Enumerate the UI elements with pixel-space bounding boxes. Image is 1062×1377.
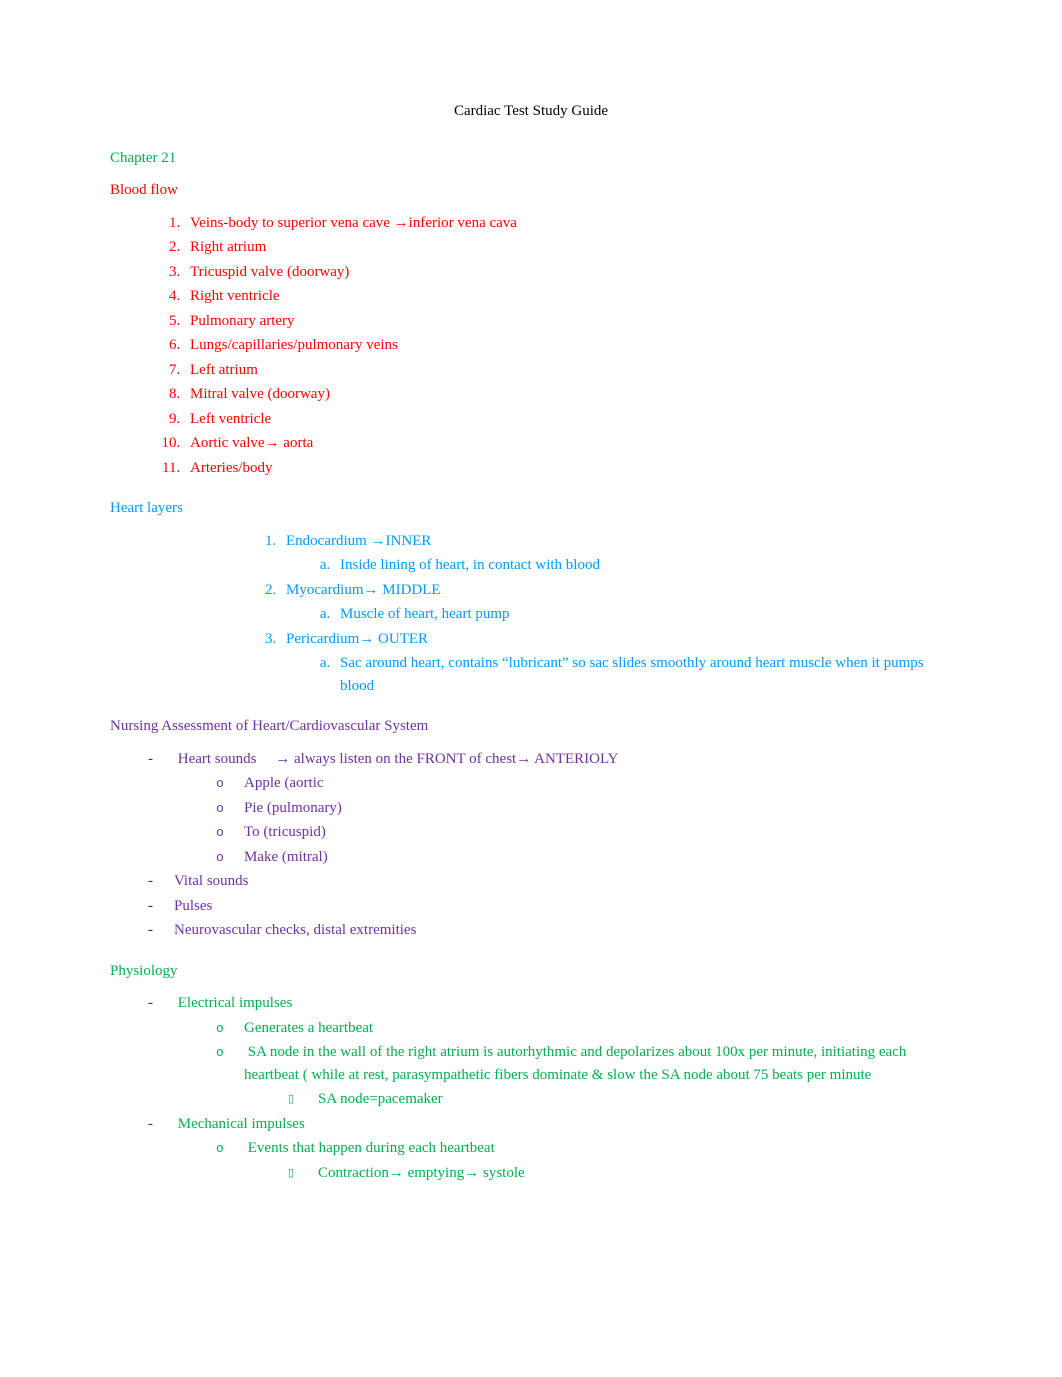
layer-sub: Sac around heart, contains “lubricant” s…	[334, 652, 952, 697]
list-item: Arteries/body	[184, 457, 952, 480]
list-item: Vital sounds	[148, 870, 952, 893]
chapter-heading: Chapter 21	[110, 147, 952, 170]
assessment-heading: Nursing Assessment of Heart/Cardiovascul…	[110, 715, 952, 738]
layer-sub: Muscle of heart, heart pump	[334, 603, 952, 626]
list-item: Right atrium	[184, 236, 952, 259]
sub-list-item: To (tricuspid)	[216, 821, 952, 844]
assessment-list: Heart sounds → always listen on the FRON…	[110, 748, 952, 942]
list-item: Electrical impulses Generates a heartbea…	[148, 992, 952, 1111]
sub-list-item: Pie (pulmonary)	[216, 797, 952, 820]
list-item: Myocardium→ MIDDLE Muscle of heart, hear…	[280, 579, 952, 626]
sub-list-item: Events that happen during each heartbeat…	[216, 1137, 952, 1184]
electrical-label: Electrical impulses	[178, 995, 293, 1011]
heart-sounds-note: → always listen on the FRONT of chest→ A…	[275, 751, 618, 767]
list-item: Lungs/capillaries/pulmonary veins	[184, 334, 952, 357]
list-item: Mechanical impulses Events that happen d…	[148, 1113, 952, 1185]
page-title: Cardiac Test Study Guide	[110, 100, 952, 123]
sub-list-item: Make (mitral)	[216, 846, 952, 869]
list-item: Pulmonary artery	[184, 310, 952, 333]
blood-flow-list: Veins-body to superior vena cave →inferi…	[110, 212, 952, 480]
list-item: Neurovascular checks, distal extremities	[148, 919, 952, 942]
list-item: Pericardium→ OUTER Sac around heart, con…	[280, 628, 952, 698]
sub-sub-list-item: SA node=pacemaker	[288, 1088, 952, 1111]
physiology-list: Electrical impulses Generates a heartbea…	[110, 992, 952, 1184]
list-item: Veins-body to superior vena cave →inferi…	[184, 212, 952, 235]
list-item: Left ventricle	[184, 408, 952, 431]
list-item: Mitral valve (doorway)	[184, 383, 952, 406]
sub-sub-list-item: Contraction→ emptying→ systole	[288, 1162, 952, 1185]
layer-label: Endocardium →INNER	[286, 533, 431, 549]
physiology-heading: Physiology	[110, 960, 952, 983]
heart-layers-heading: Heart layers	[110, 497, 952, 520]
list-item: Tricuspid valve (doorway)	[184, 261, 952, 284]
mechanical-sub: Events that happen during each heartbeat	[248, 1140, 495, 1156]
list-item: Pulses	[148, 895, 952, 918]
list-item: Heart sounds → always listen on the FRON…	[148, 748, 952, 869]
blood-flow-heading: Blood flow	[110, 179, 952, 202]
sa-node-desc: SA node in the wall of the right atrium …	[244, 1044, 906, 1083]
list-item: Left atrium	[184, 359, 952, 382]
heart-layers-list: Endocardium →INNER Inside lining of hear…	[110, 530, 952, 698]
layer-label: Myocardium→ MIDDLE	[286, 582, 441, 598]
layer-sub: Inside lining of heart, in contact with …	[334, 554, 952, 577]
list-item: Endocardium →INNER Inside lining of hear…	[280, 530, 952, 577]
mechanical-label: Mechanical impulses	[178, 1116, 305, 1132]
list-item: Right ventricle	[184, 285, 952, 308]
sub-list-item: SA node in the wall of the right atrium …	[216, 1041, 952, 1111]
list-item: Aortic valve→ aorta	[184, 432, 952, 455]
layer-label: Pericardium→ OUTER	[286, 631, 428, 647]
sub-list-item: Generates a heartbeat	[216, 1017, 952, 1040]
sub-list-item: Apple (aortic	[216, 772, 952, 795]
heart-sounds-label: Heart sounds	[178, 751, 257, 767]
